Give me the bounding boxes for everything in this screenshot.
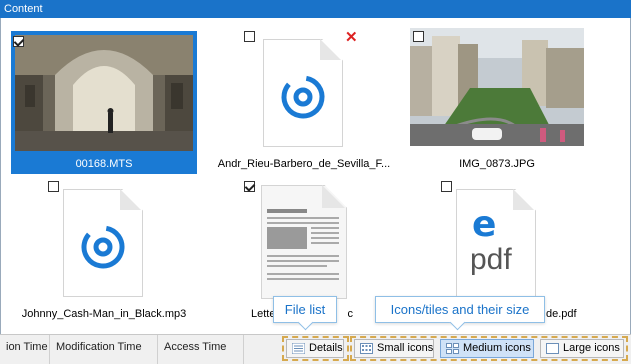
column-header-access-time[interactable]: Access Time xyxy=(158,335,244,364)
medium-icons-view-button[interactable]: Medium icons xyxy=(440,339,534,358)
tile-thumbnail xyxy=(11,31,197,155)
video-thumbnail-image xyxy=(15,35,193,151)
tile-thumbnail xyxy=(11,181,197,305)
file-checkbox[interactable] xyxy=(413,31,424,42)
file-name: 00168.MTS xyxy=(11,155,197,174)
file-tiles-grid: 00168.MTS Andr_Rieu-Barbero_de_Sevilla_F… xyxy=(0,18,631,334)
file-name: Johnny_Cash-Man_in_Black.mp3 xyxy=(21,308,187,320)
large-icons-view-label: Large icons xyxy=(563,342,620,354)
medium-icons-view-label: Medium icons xyxy=(463,342,531,354)
tile-thumbnail xyxy=(211,181,397,305)
file-checkbox[interactable] xyxy=(244,31,255,42)
small-icons-view-button[interactable]: Small icons xyxy=(354,339,434,358)
small-icons-view-label: Small icons xyxy=(377,342,434,354)
large-icons-icon xyxy=(546,343,559,354)
tooltip-file-list: File list xyxy=(273,296,337,323)
column-header-modification-time[interactable]: Modification Time xyxy=(50,335,158,364)
edge-browser-icon: e xyxy=(472,204,497,245)
pdf-file-type-label: pdf xyxy=(470,243,512,276)
document-content-lines xyxy=(267,209,339,280)
content-panel-title: Content xyxy=(0,0,631,18)
large-icons-view-button[interactable]: Large icons xyxy=(540,339,624,358)
details-icon xyxy=(292,343,305,354)
details-view-label: Details xyxy=(309,342,343,354)
file-checkbox[interactable] xyxy=(441,181,452,192)
file-name: IMG_0873.JPG xyxy=(459,158,535,170)
file-tile-img-0873[interactable]: IMG_0873.JPG xyxy=(404,28,590,174)
tile-thumbnail xyxy=(404,28,590,155)
medium-icons-icon xyxy=(446,343,459,354)
file-name: Andr_Rieu-Barbero_de_Sevilla_F... xyxy=(217,158,391,170)
photo-thumbnail-image xyxy=(410,28,584,146)
small-icons-icon xyxy=(360,343,373,354)
details-view-button[interactable]: Details xyxy=(286,339,344,358)
file-checkbox[interactable] xyxy=(48,181,59,192)
audio-disc-icon xyxy=(81,225,125,269)
audio-disc-icon xyxy=(281,75,325,119)
column-header-creation-time[interactable]: ion Time xyxy=(0,335,50,364)
tile-thumbnail xyxy=(211,31,397,155)
file-checkbox[interactable] xyxy=(13,36,24,47)
tile-thumbnail: e pdf xyxy=(404,181,590,305)
file-tile-00168-mts[interactable]: 00168.MTS xyxy=(11,31,197,174)
close-icon[interactable]: ✕ xyxy=(345,30,358,45)
tooltip-icons-tiles: Icons/tiles and their size xyxy=(375,296,545,323)
file-checkbox[interactable] xyxy=(244,181,255,192)
file-tile-andr-rieu[interactable]: Andr_Rieu-Barbero_de_Sevilla_F... ✕ xyxy=(211,30,397,174)
file-tile-johnny-cash[interactable]: Johnny_Cash-Man_in_Black.mp3 xyxy=(11,181,197,324)
